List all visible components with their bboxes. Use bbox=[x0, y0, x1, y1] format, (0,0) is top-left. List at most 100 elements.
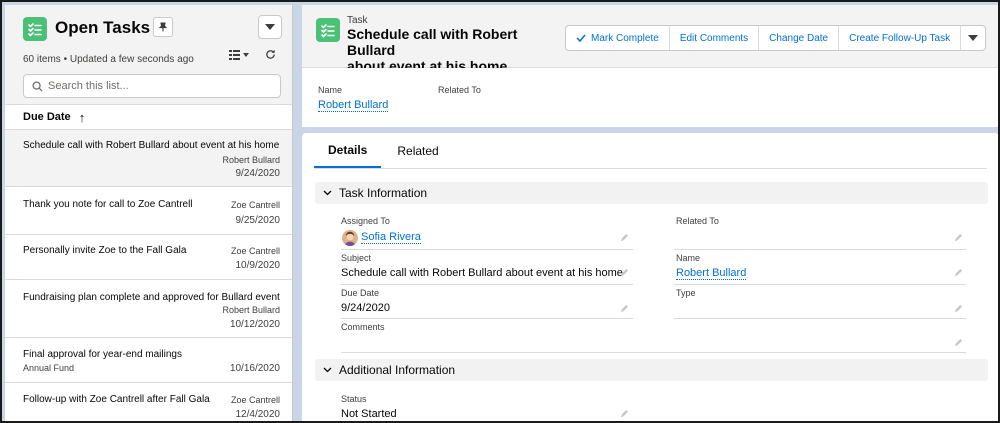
field-divider bbox=[341, 318, 633, 319]
field-divider bbox=[341, 249, 633, 250]
status-label: Status bbox=[341, 394, 367, 404]
record-title-line-1: Schedule call with Robert Bullard bbox=[347, 26, 518, 58]
list-view-menu-button[interactable] bbox=[258, 15, 282, 39]
list-item-title: Personally invite Zoe to the Fall Gala bbox=[23, 245, 187, 256]
mark-complete-label: Mark Complete bbox=[591, 32, 659, 44]
field-divider bbox=[674, 249, 966, 250]
list-item[interactable]: Schedule call with Robert Bullard about … bbox=[5, 130, 292, 187]
edit-comments-button[interactable]: Edit Comments bbox=[670, 26, 760, 50]
table-view-icon bbox=[229, 49, 240, 60]
edit-pencil-icon[interactable] bbox=[620, 233, 629, 242]
field-divider bbox=[674, 284, 966, 285]
subject-value: Schedule call with Robert Bullard about … bbox=[341, 267, 623, 279]
type-label: Type bbox=[676, 288, 696, 298]
list-item-date: 9/24/2020 bbox=[235, 168, 281, 179]
record-detail-card: Details Related Task Information Assigne… bbox=[302, 133, 998, 421]
refresh-icon[interactable] bbox=[265, 49, 276, 60]
create-follow-up-task-button[interactable]: Create Follow-Up Task bbox=[839, 26, 962, 50]
pin-icon bbox=[158, 22, 168, 32]
sort-ascending-icon: ↑ bbox=[78, 109, 86, 125]
pin-list-button[interactable] bbox=[153, 17, 173, 37]
sort-header-due-date[interactable]: Due Date ↑ bbox=[5, 105, 292, 130]
chevron-down-icon bbox=[968, 35, 979, 41]
list-item-related: Annual Fund bbox=[23, 363, 75, 373]
assigned-to-link[interactable]: Sofia Rivera bbox=[361, 231, 421, 244]
list-item-who: Zoe Cantrell bbox=[230, 395, 280, 405]
tab-related[interactable]: Related bbox=[383, 133, 452, 168]
list-search-box bbox=[23, 74, 281, 98]
record-type-label: Task bbox=[347, 15, 368, 26]
tab-details[interactable]: Details bbox=[314, 133, 382, 168]
highlight-related-to-label: Related To bbox=[438, 85, 481, 95]
record-header: Task Schedule call with Robert Bullard a… bbox=[302, 5, 998, 74]
section-additional-information[interactable]: Additional Information bbox=[315, 359, 988, 381]
list-item-date: 10/16/2020 bbox=[229, 363, 280, 374]
chevron-down-icon bbox=[323, 190, 331, 196]
chevron-down-icon bbox=[265, 24, 275, 30]
edit-pencil-icon[interactable] bbox=[620, 304, 629, 313]
list-item[interactable]: Follow-up with Zoe Cantrell after Fall G… bbox=[5, 383, 292, 421]
list-header: Open Tasks 60 items • Updated a few seco… bbox=[5, 5, 292, 105]
section-title: Task Information bbox=[339, 186, 428, 200]
edit-pencil-icon[interactable] bbox=[954, 268, 963, 277]
task-record-icon bbox=[316, 18, 340, 42]
list-item[interactable]: Final approval for year-end mailings Ann… bbox=[5, 338, 292, 383]
assigned-to-label: Assigned To bbox=[341, 216, 390, 226]
highlight-name-label: Name bbox=[318, 85, 343, 95]
section-task-information[interactable]: Task Information bbox=[315, 182, 988, 204]
related-to-label: Related To bbox=[676, 216, 719, 226]
list-item-title: Follow-up with Zoe Cantrell after Fall G… bbox=[23, 394, 210, 405]
list-item-title: Final approval for year-end mailings bbox=[23, 349, 182, 360]
list-item[interactable]: Personally invite Zoe to the Fall Gala Z… bbox=[5, 235, 292, 280]
record-tabs: Details Related bbox=[314, 133, 987, 169]
field-divider bbox=[341, 352, 966, 353]
mark-complete-button[interactable]: Mark Complete bbox=[566, 26, 670, 50]
list-item-date: 10/12/2020 bbox=[229, 319, 280, 330]
list-item-title: Fundraising plan complete and approved f… bbox=[23, 292, 280, 303]
list-tools bbox=[229, 49, 276, 60]
edit-pencil-icon[interactable] bbox=[620, 409, 629, 418]
list-meta: 60 items • Updated a few seconds ago bbox=[23, 54, 194, 65]
list-item-date: 10/9/2020 bbox=[235, 260, 281, 271]
section-title: Additional Information bbox=[339, 363, 456, 377]
list-item-date: 12/4/2020 bbox=[235, 409, 281, 420]
check-icon bbox=[576, 34, 586, 42]
caret-down-icon bbox=[243, 52, 249, 57]
field-divider bbox=[674, 318, 966, 319]
display-as-button[interactable] bbox=[229, 49, 249, 60]
list-item-who: Zoe Cantrell bbox=[230, 246, 280, 256]
sort-label: Due Date bbox=[23, 111, 71, 123]
list-item[interactable]: Thank you note for call to Zoe Cantrell … bbox=[5, 187, 292, 235]
record-title: Schedule call with Robert Bullard about … bbox=[347, 26, 562, 74]
more-actions-button[interactable] bbox=[961, 26, 985, 50]
subject-label: Subject bbox=[341, 253, 372, 263]
change-date-button[interactable]: Change Date bbox=[759, 26, 840, 50]
user-avatar bbox=[342, 230, 358, 246]
name-label: Name bbox=[676, 253, 701, 263]
list-title[interactable]: Open Tasks bbox=[55, 18, 150, 38]
list-item-title: Schedule call with Robert Bullard about … bbox=[23, 140, 280, 151]
list-item-who: Robert Bullard bbox=[222, 155, 280, 165]
edit-pencil-icon[interactable] bbox=[954, 304, 963, 313]
field-divider bbox=[341, 284, 633, 285]
name-link[interactable]: Robert Bullard bbox=[676, 267, 747, 280]
edit-pencil-icon[interactable] bbox=[620, 268, 629, 277]
record-actions: Mark Complete Edit Comments Change Date … bbox=[565, 25, 987, 51]
list-item-title: Thank you note for call to Zoe Cantrell bbox=[23, 199, 193, 210]
app-frame: Open Tasks 60 items • Updated a few seco… bbox=[0, 0, 1000, 423]
list-search-input[interactable] bbox=[48, 78, 273, 94]
task-list-icon bbox=[23, 17, 47, 41]
edit-pencil-icon[interactable] bbox=[954, 338, 963, 347]
list-item-who: Zoe Cantrell bbox=[230, 200, 280, 210]
chevron-down-icon bbox=[323, 367, 331, 373]
highlight-name-link[interactable]: Robert Bullard bbox=[318, 99, 389, 112]
list-item-who: Robert Bullard bbox=[222, 305, 280, 315]
due-date-label: Due Date bbox=[341, 288, 380, 298]
edit-pencil-icon[interactable] bbox=[954, 233, 963, 242]
search-icon bbox=[32, 81, 43, 92]
highlights-panel: Name Robert Bullard Related To bbox=[302, 68, 998, 127]
list-item-date: 9/25/2020 bbox=[235, 215, 281, 226]
status-value: Not Started bbox=[341, 408, 397, 420]
list-item[interactable]: Fundraising plan complete and approved f… bbox=[5, 280, 292, 338]
due-date-value: 9/24/2020 bbox=[341, 302, 390, 314]
